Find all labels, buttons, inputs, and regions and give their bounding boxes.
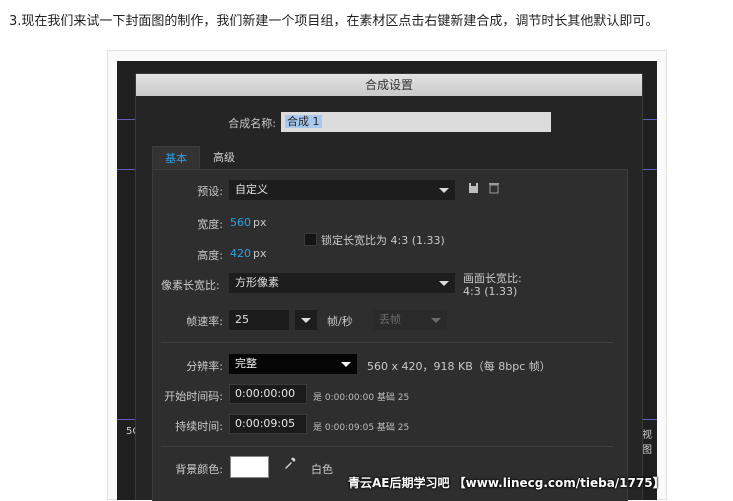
framerate-field[interactable]: 25 bbox=[229, 310, 289, 330]
resolution-label: 分辨率: bbox=[186, 360, 223, 373]
resolution-value: 完整 bbox=[235, 357, 257, 370]
preset-label: 预设: bbox=[197, 185, 223, 198]
start-timecode-info: 是 0:00:00:00 基础 25 bbox=[313, 393, 410, 403]
duration-label: 持续时间: bbox=[175, 420, 223, 433]
bg-color-name: 白色 bbox=[311, 463, 333, 476]
save-preset-icon[interactable] bbox=[465, 181, 483, 199]
bg-panel-text: 视图 bbox=[642, 430, 652, 456]
duration-info: 是 0:00:09:05 基础 25 bbox=[313, 423, 410, 433]
tab-advanced[interactable]: 高级 bbox=[202, 146, 246, 170]
divider bbox=[161, 446, 613, 447]
width-value[interactable]: 560 bbox=[230, 216, 251, 229]
chevron-down-icon bbox=[439, 281, 449, 286]
comp-name-label: 合成名称: bbox=[228, 117, 276, 130]
intro-text: 3.现在我们来试一下封面图的制作，我们新建一个项目组，在素材区点击右键新建合成，… bbox=[9, 14, 659, 29]
framerate-label: 帧速率: bbox=[186, 315, 223, 328]
watermark: 青云AE后期学习吧 【www.linecg.com/tieba/1775】 bbox=[348, 476, 665, 490]
width-unit: px bbox=[253, 216, 267, 229]
dialog-title: 合成设置 bbox=[136, 74, 642, 96]
duration-field[interactable]: 0:00:09:05 bbox=[229, 414, 307, 434]
comp-name-field[interactable]: 合成 1 bbox=[281, 112, 551, 132]
preset-value: 自定义 bbox=[235, 183, 268, 196]
pixel-aspect-value: 方形像素 bbox=[235, 276, 279, 289]
drop-frame-dropdown[interactable]: 丢帧 bbox=[373, 310, 447, 330]
drop-frame-value: 丢帧 bbox=[379, 313, 401, 326]
bg-guide-line bbox=[117, 169, 137, 170]
pixel-aspect-label: 像素长宽比: bbox=[161, 279, 220, 292]
chevron-down-icon bbox=[431, 318, 441, 323]
height-label: 高度: bbox=[197, 249, 223, 262]
preset-dropdown[interactable]: 自定义 bbox=[229, 180, 455, 200]
basic-settings-panel: 预设: 自定义 宽度: 560 px 锁定长宽比为 4:3 (1.33) 高度:… bbox=[152, 169, 628, 501]
chevron-down-icon bbox=[341, 362, 351, 367]
tab-basic[interactable]: 基本 bbox=[152, 146, 200, 171]
eyedropper-icon[interactable] bbox=[280, 456, 300, 476]
divider bbox=[161, 342, 613, 343]
bg-color-label: 背景颜色: bbox=[175, 463, 223, 476]
lock-aspect-label: 锁定长宽比为 4:3 (1.33) bbox=[321, 234, 445, 247]
bg-color-swatch[interactable] bbox=[230, 456, 269, 478]
bg-guide-line bbox=[117, 419, 137, 420]
chevron-down-icon bbox=[439, 188, 449, 193]
width-label: 宽度: bbox=[197, 218, 223, 231]
lock-aspect-checkbox[interactable] bbox=[304, 233, 317, 246]
bg-guide-line bbox=[117, 119, 137, 120]
comp-name-value: 合成 1 bbox=[285, 115, 322, 128]
framerate-unit: 帧/秒 bbox=[327, 315, 353, 328]
resolution-info: 560 x 420，918 KB（每 8bpc 帧） bbox=[367, 360, 551, 373]
frame-aspect-value: 4:3 (1.33) bbox=[463, 285, 518, 298]
start-timecode-field[interactable]: 0:00:00:00 bbox=[229, 384, 307, 404]
composition-settings-dialog: 合成设置 合成名称: 合成 1 基本 高级 预设: 自定义 宽度: 560 px… bbox=[135, 73, 643, 501]
framerate-value: 25 bbox=[235, 313, 249, 326]
resolution-dropdown[interactable]: 完整 bbox=[229, 354, 357, 374]
height-value[interactable]: 420 bbox=[230, 247, 251, 260]
frame-aspect-label: 画面长宽比: bbox=[463, 272, 522, 285]
framerate-dropdown[interactable] bbox=[295, 310, 317, 330]
pixel-aspect-dropdown[interactable]: 方形像素 bbox=[229, 273, 455, 293]
start-timecode-label: 开始时间码: bbox=[164, 390, 223, 403]
trash-icon[interactable] bbox=[485, 181, 503, 199]
height-unit: px bbox=[253, 247, 267, 260]
chevron-down-icon bbox=[301, 318, 311, 323]
